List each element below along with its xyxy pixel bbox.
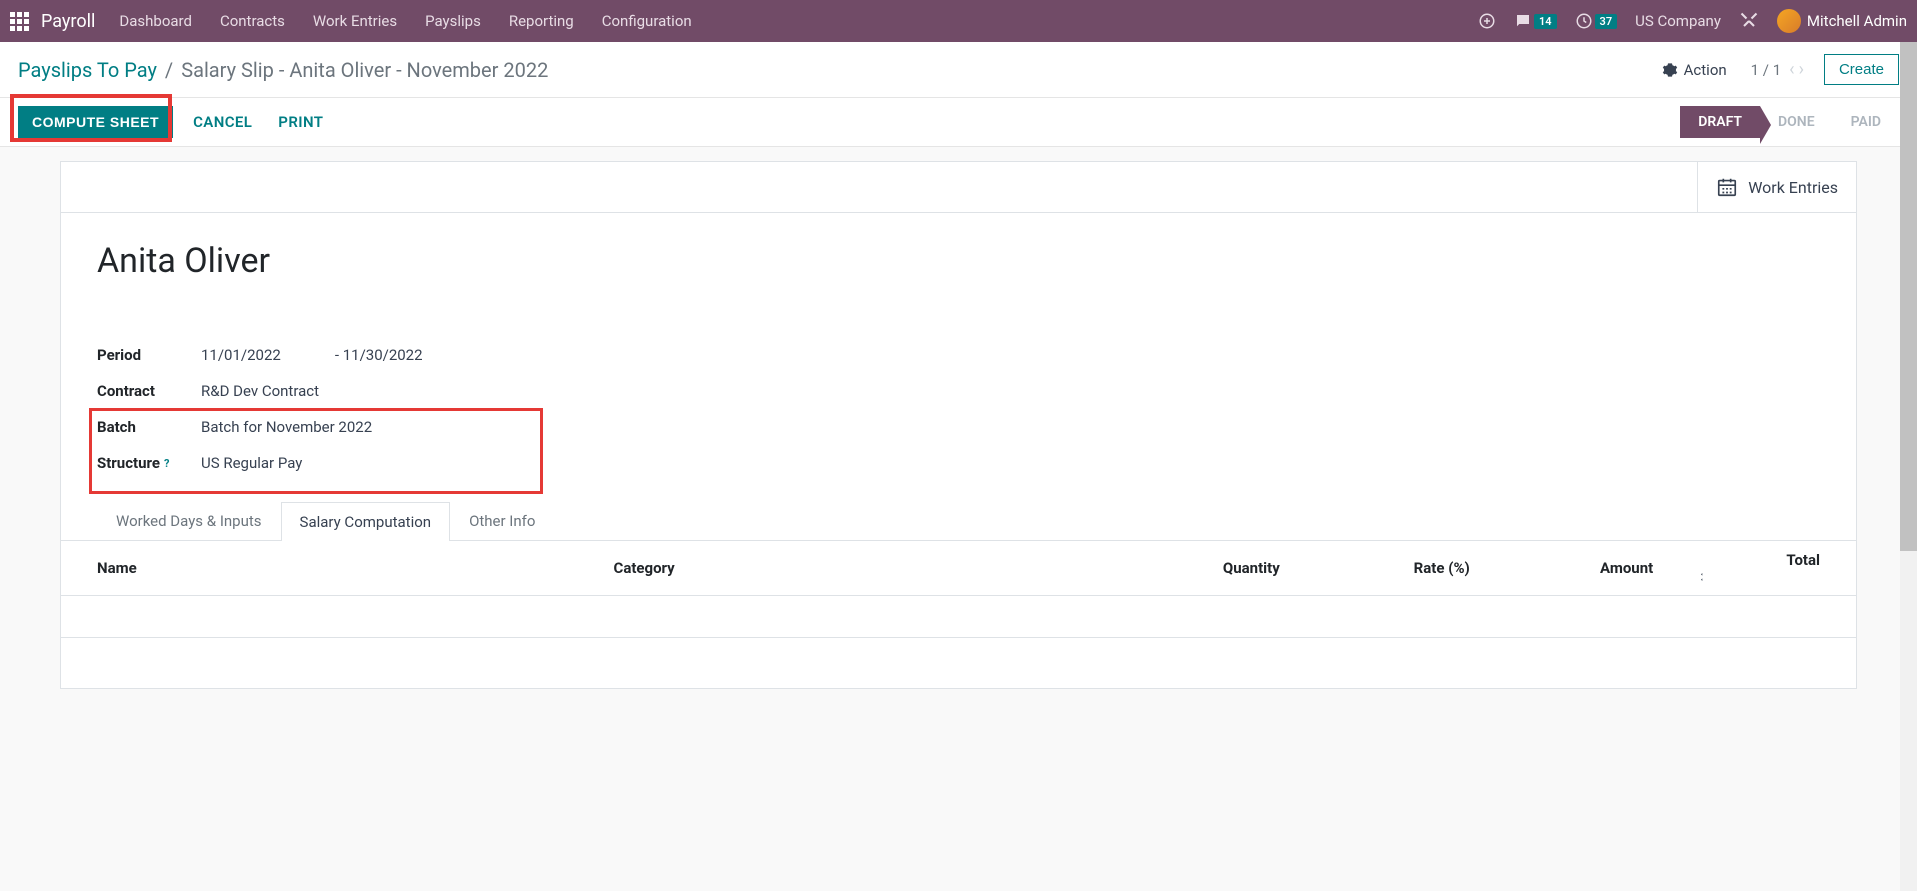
company-selector[interactable]: US Company: [1635, 12, 1721, 30]
tab-salary-computation[interactable]: Salary Computation: [281, 502, 451, 541]
field-contract: Contract R&D Dev Contract: [97, 373, 657, 409]
status-paid[interactable]: PAID: [1833, 106, 1899, 138]
nav-menu: Dashboard Contracts Work Entries Payslip…: [119, 12, 1478, 30]
activities-badge: 37: [1595, 14, 1618, 29]
form-card: Work Entries Anita Oliver Period 11/01/2…: [60, 161, 1857, 689]
field-period: Period 11/01/2022 - 11/30/2022: [97, 337, 657, 373]
work-entries-button[interactable]: Work Entries: [1697, 162, 1856, 212]
structure-label: Structure: [97, 454, 160, 472]
period-to: 11/30/2022: [343, 346, 423, 364]
batch-label: Batch: [97, 418, 201, 436]
breadcrumb-current: Salary Slip - Anita Oliver - November 20…: [181, 58, 548, 82]
user-menu[interactable]: Mitchell Admin: [1777, 9, 1907, 33]
compute-sheet-button[interactable]: COMPUTE SHEET: [18, 106, 173, 138]
batch-value: Batch for November 2022: [201, 418, 372, 436]
tab-worked-days[interactable]: Worked Days & Inputs: [97, 501, 281, 540]
nav-contracts[interactable]: Contracts: [220, 12, 285, 30]
create-button[interactable]: Create: [1824, 54, 1899, 85]
activities-icon[interactable]: 37: [1575, 12, 1618, 30]
contract-value: R&D Dev Contract: [201, 382, 319, 400]
col-amount[interactable]: Amount: [1484, 541, 1667, 596]
tab-other-info[interactable]: Other Info: [450, 501, 554, 540]
print-button[interactable]: PRINT: [278, 113, 323, 131]
apps-icon[interactable]: [10, 12, 29, 31]
employee-name: Anita Oliver: [97, 241, 1820, 281]
messages-icon[interactable]: 14: [1514, 12, 1557, 30]
nav-dashboard[interactable]: Dashboard: [119, 12, 192, 30]
action-dropdown[interactable]: Action: [1662, 61, 1727, 79]
status-draft[interactable]: DRAFT: [1680, 106, 1760, 138]
status-bar: DRAFT DONE PAID: [1680, 106, 1899, 138]
support-icon[interactable]: [1478, 12, 1496, 30]
gear-icon: [1662, 62, 1678, 78]
calendar-icon: [1716, 176, 1738, 198]
table-row: [61, 638, 1856, 688]
pager-prev-icon[interactable]: ‹: [1789, 59, 1794, 80]
breadcrumb: Payslips To Pay / Salary Slip - Anita Ol…: [18, 58, 1662, 82]
field-group: Period 11/01/2022 - 11/30/2022 Contract …: [97, 337, 657, 481]
breadcrumb-separator: /: [165, 58, 173, 82]
structure-value: US Regular Pay: [201, 454, 302, 472]
header-row: Payslips To Pay / Salary Slip - Anita Ol…: [0, 42, 1917, 98]
scrollbar[interactable]: [1900, 42, 1917, 891]
col-category[interactable]: Category: [600, 541, 1103, 596]
work-entries-label: Work Entries: [1748, 178, 1838, 197]
cancel-button[interactable]: CANCEL: [193, 113, 252, 131]
tools-icon[interactable]: [1739, 11, 1759, 31]
col-quantity[interactable]: Quantity: [1102, 541, 1294, 596]
pager-count: 1 / 1: [1751, 61, 1782, 79]
card-header: Work Entries: [61, 162, 1856, 213]
pager-next-icon[interactable]: ›: [1799, 59, 1804, 80]
tabs: Worked Days & Inputs Salary Computation …: [97, 501, 1856, 540]
table-row: [61, 596, 1856, 638]
nav-configuration[interactable]: Configuration: [602, 12, 692, 30]
top-navigation: Payroll Dashboard Contracts Work Entries…: [0, 0, 1917, 42]
period-from: 11/01/2022: [201, 346, 281, 364]
period-label: Period: [97, 346, 201, 364]
col-total[interactable]: Total: [1667, 541, 1856, 596]
nav-work-entries[interactable]: Work Entries: [313, 12, 397, 30]
field-batch: Batch Batch for November 2022: [97, 409, 657, 445]
nav-reporting[interactable]: Reporting: [509, 12, 574, 30]
col-name[interactable]: Name: [61, 541, 600, 596]
salary-table: Name Category Quantity Rate (%) Amount T…: [61, 541, 1856, 688]
col-rate[interactable]: Rate (%): [1294, 541, 1484, 596]
app-title[interactable]: Payroll: [41, 11, 95, 32]
table-options-icon[interactable]: [1689, 569, 1705, 585]
user-name-label: Mitchell Admin: [1807, 12, 1907, 30]
action-bar: COMPUTE SHEET CANCEL PRINT DRAFT DONE PA…: [0, 98, 1917, 147]
card-body: Anita Oliver Period 11/01/2022 - 11/30/2…: [61, 213, 1856, 481]
field-structure: Structure ? US Regular Pay: [97, 445, 657, 481]
table-container: Name Category Quantity Rate (%) Amount T…: [61, 540, 1856, 688]
nav-payslips[interactable]: Payslips: [425, 12, 481, 30]
action-label: Action: [1684, 61, 1727, 79]
messages-badge: 14: [1534, 14, 1557, 29]
content: Work Entries Anita Oliver Period 11/01/2…: [0, 161, 1917, 709]
nav-right: 14 37 US Company Mitchell Admin: [1478, 9, 1907, 33]
contract-label: Contract: [97, 382, 201, 400]
help-icon[interactable]: ?: [164, 457, 169, 470]
breadcrumb-parent[interactable]: Payslips To Pay: [18, 58, 157, 82]
avatar: [1777, 9, 1801, 33]
